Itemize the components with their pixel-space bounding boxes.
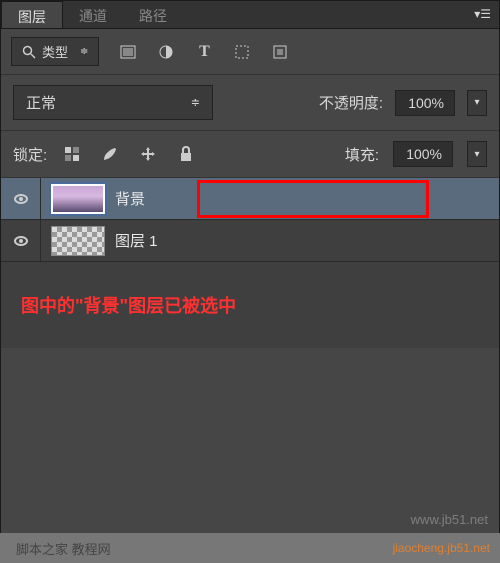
opacity-value[interactable]: 100% xyxy=(395,90,455,116)
lock-position-icon[interactable] xyxy=(137,143,159,165)
layer-row[interactable]: 背景 xyxy=(1,178,499,220)
blend-mode-row: 正常 ≑ 不透明度: 100% ▾ xyxy=(1,75,499,131)
bottom-toolbar: 脚本之家 教程网 jiaocheng.jb51.net xyxy=(0,533,500,563)
fill-value[interactable]: 100% xyxy=(393,141,453,167)
layers-panel: 图层 通道 路径 ▾☰ 类型 ≑ T 正常 ≑ 不透明度: 100% ▾ 锁定: xyxy=(0,0,500,563)
visibility-toggle[interactable] xyxy=(1,220,41,261)
filter-type-icon[interactable]: T xyxy=(195,43,213,61)
chevron-updown-icon: ≑ xyxy=(80,46,88,57)
lock-paint-icon[interactable] xyxy=(99,143,121,165)
annotation-text: 图中的"背景"图层已被选中 xyxy=(1,262,499,348)
filter-adjustment-icon[interactable] xyxy=(157,43,175,61)
filter-shape-icon[interactable] xyxy=(233,43,251,61)
layer-row[interactable]: 图层 1 xyxy=(1,220,499,262)
bottom-watermark: 脚本之家 教程网 xyxy=(16,539,111,558)
eye-icon xyxy=(14,194,28,204)
layer-name[interactable]: 图层 1 xyxy=(115,230,158,251)
watermark: www.jb51.net xyxy=(411,512,488,527)
eye-icon xyxy=(14,236,28,246)
layer-name[interactable]: 背景 xyxy=(115,188,145,209)
annotation-highlight-box xyxy=(197,180,429,218)
blend-mode-value: 正常 xyxy=(26,92,56,113)
fill-dropdown-icon[interactable]: ▾ xyxy=(467,141,487,167)
panel-menu-icon[interactable]: ▾☰ xyxy=(474,7,491,21)
search-icon xyxy=(22,45,36,59)
opacity-label: 不透明度: xyxy=(319,92,383,113)
tab-paths[interactable]: 路径 xyxy=(123,1,183,28)
chevron-updown-icon: ≑ xyxy=(191,96,200,109)
lock-transparency-icon[interactable] xyxy=(61,143,83,165)
layers-list: 背景 图层 1 图中的"背景"图层已被选中 xyxy=(1,178,499,348)
blend-mode-dropdown[interactable]: 正常 ≑ xyxy=(13,85,213,120)
layer-thumbnail[interactable] xyxy=(51,184,105,214)
filter-type-dropdown[interactable]: 类型 ≑ xyxy=(11,37,99,66)
filter-smartobject-icon[interactable] xyxy=(271,43,289,61)
layer-filter-row: 类型 ≑ T xyxy=(1,29,499,75)
lock-row: 锁定: 填充: 100% ▾ xyxy=(1,131,499,178)
lock-all-icon[interactable] xyxy=(175,143,197,165)
filter-label: 类型 xyxy=(42,42,68,61)
tab-channels[interactable]: 通道 xyxy=(63,1,123,28)
panel-tabs: 图层 通道 路径 ▾☰ xyxy=(1,1,499,29)
fill-label: 填充: xyxy=(345,144,379,165)
tab-layers[interactable]: 图层 xyxy=(1,1,63,28)
filter-pixel-icon[interactable] xyxy=(119,43,137,61)
visibility-toggle[interactable] xyxy=(1,178,41,219)
layer-thumbnail[interactable] xyxy=(51,226,105,256)
bottom-watermark-url: jiaocheng.jb51.net xyxy=(393,541,490,555)
lock-label: 锁定: xyxy=(13,144,47,165)
opacity-dropdown-icon[interactable]: ▾ xyxy=(467,90,487,116)
